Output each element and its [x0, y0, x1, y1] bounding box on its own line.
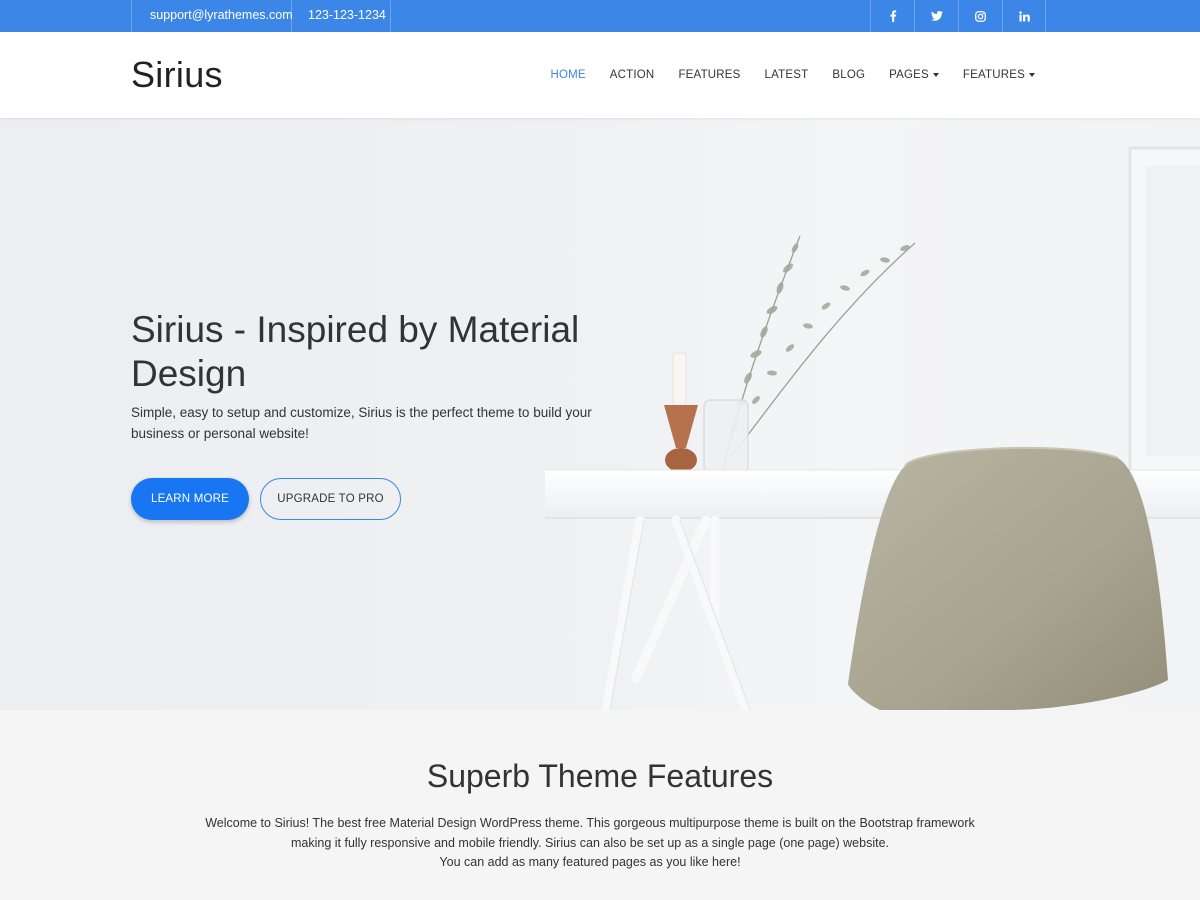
nav-pages-dropdown[interactable]: PAGES [889, 69, 939, 81]
instagram-icon [975, 10, 986, 22]
contact-phone[interactable]: 123-123-1234 [291, 0, 391, 32]
nav-blog[interactable]: BLOG [832, 69, 865, 81]
nav-home[interactable]: HOME [550, 69, 585, 81]
features-section: Superb Theme Features Welcome to Sirius!… [0, 710, 1200, 900]
nav-features-menu-label: FEATURES [962, 69, 1025, 81]
features-description-line: Welcome to Sirius! The best free Materia… [205, 816, 975, 830]
site-logo[interactable]: Sirius [131, 54, 223, 96]
caret-down-icon [932, 73, 939, 77]
linkedin-icon [1018, 10, 1030, 22]
features-title: Superb Theme Features [426, 758, 774, 794]
contact-email[interactable]: support@lyrathemes.com [131, 0, 293, 32]
nav-latest[interactable]: LATEST [765, 69, 809, 81]
nav-action[interactable]: ACTION [610, 69, 655, 81]
caret-down-icon [1029, 73, 1035, 77]
features-description: Welcome to Sirius! The best free Materia… [200, 814, 980, 873]
hero-subtitle: Simple, easy to setup and customize, Sir… [131, 405, 592, 441]
site-header: Sirius HOME ACTION FEATURES LATEST BLOG … [0, 32, 1200, 118]
twitter-icon [930, 11, 943, 21]
linkedin-link[interactable] [1002, 0, 1046, 32]
features-description-line: You can add as many featured pages as yo… [439, 855, 741, 869]
facebook-link[interactable] [870, 0, 914, 32]
nav-pages-label: PAGES [889, 69, 929, 81]
facebook-icon [889, 10, 897, 22]
twitter-link[interactable] [914, 0, 958, 32]
features-description-line: making it fully responsive and mobile fr… [290, 835, 890, 850]
instagram-link[interactable] [958, 0, 1002, 32]
hero-title: Sirius - Inspired by Material Design [131, 309, 580, 394]
main-nav: HOME ACTION FEATURES LATEST BLOG PAGES F… [526, 32, 1035, 118]
top-bar: support@lyrathemes.com 123-123-1234 [0, 0, 1200, 32]
learn-more-button[interactable]: LEARN MORE [131, 478, 249, 520]
nav-features-dropdown[interactable]: FEATURES [963, 69, 1035, 81]
upgrade-to-pro-button[interactable]: UPGRADE TO PRO [260, 478, 401, 520]
nav-features[interactable]: FEATURES [678, 69, 740, 81]
hero-section: Sirius - Inspired by Material Design Sim… [0, 118, 1200, 710]
